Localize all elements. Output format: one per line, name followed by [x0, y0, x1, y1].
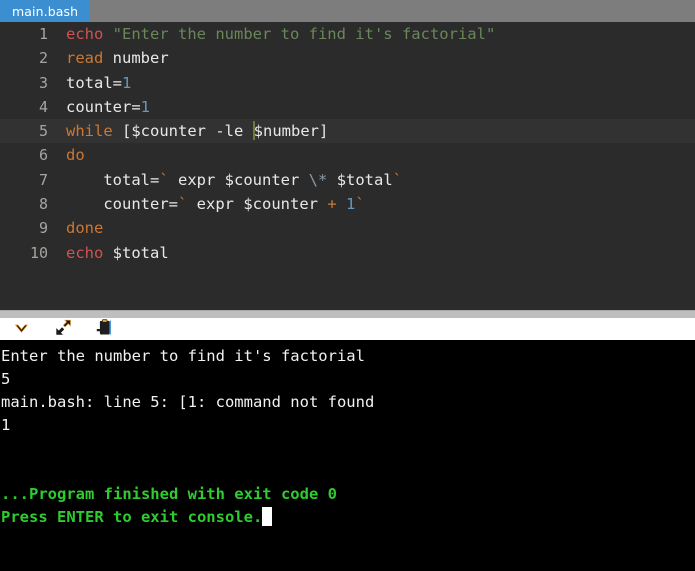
- clipboard-paste-icon: [96, 318, 114, 340]
- console-line-text: 5: [1, 370, 11, 388]
- code-line[interactable]: 2 read number: [0, 46, 695, 70]
- code-line-text: total=` expr $counter \* $total`: [60, 168, 695, 192]
- panel-splitter[interactable]: [0, 310, 695, 318]
- maximize-console-button[interactable]: [50, 319, 76, 339]
- code-line-text: echo $total: [60, 241, 695, 265]
- code-token: $total: [112, 243, 169, 262]
- code-line-text: done: [60, 216, 695, 240]
- code-token: do: [66, 146, 85, 165]
- line-number: 3: [38, 73, 48, 92]
- code-token: `: [355, 195, 365, 214]
- code-token: \*: [308, 170, 328, 189]
- editor-tab-bar: main.bash: [0, 0, 695, 22]
- code-token: "Enter the number to find it's factorial…: [112, 25, 496, 43]
- code-token: $counter: [131, 122, 206, 141]
- code-token: +: [327, 195, 337, 214]
- code-token: counter=: [66, 97, 141, 116]
- code-token: ]: [319, 122, 329, 141]
- code-token: [: [112, 122, 132, 141]
- code-token: counter=: [66, 195, 178, 214]
- console-line-text: ...Program finished with exit code 0: [1, 485, 337, 503]
- code-token: $counter: [243, 195, 318, 214]
- code-line-text: read number: [60, 46, 695, 70]
- line-number: 2: [38, 49, 48, 68]
- console-line-text: Press ENTER to exit console.: [1, 508, 263, 526]
- expand-arrows-icon: [54, 319, 73, 340]
- line-number: 7: [38, 170, 48, 189]
- console-line-text: Enter the number to find it's factorial: [1, 347, 365, 365]
- code-token: $counter: [224, 170, 300, 189]
- code-token: $number: [253, 122, 319, 141]
- code-token: 1: [140, 97, 150, 116]
- code-line[interactable]: 9 done: [0, 216, 695, 240]
- code-token: -le: [206, 122, 253, 141]
- console-line: ...Program finished with exit code 0: [0, 483, 695, 506]
- line-number: 10: [29, 243, 48, 262]
- code-line-text: total=1: [60, 71, 695, 95]
- code-token: echo: [66, 25, 104, 43]
- code-line-text: echo "Enter the number to find it's fact…: [60, 22, 695, 46]
- code-token: total=: [66, 170, 160, 189]
- code-line[interactable]: 6 do: [0, 143, 695, 167]
- console-line: 1: [0, 414, 695, 437]
- console-line: Enter the number to find it's factorial: [0, 345, 695, 368]
- line-number: 1: [38, 25, 48, 43]
- code-token: while: [66, 122, 113, 141]
- code-token: expr: [168, 170, 225, 189]
- code-line[interactable]: 5 while [$counter -le $number]: [0, 119, 695, 144]
- code-token: `: [159, 170, 169, 189]
- collapse-console-button[interactable]: [8, 319, 34, 339]
- console-line: Press ENTER to exit console.: [0, 506, 695, 529]
- console-line-text: main.bash: line 5: [1: command not found: [1, 393, 375, 411]
- code-token: read: [66, 49, 104, 68]
- code-token: expr: [187, 195, 244, 214]
- console-cursor: [262, 507, 273, 526]
- line-number: 8: [38, 195, 48, 214]
- console-line-text: 1: [1, 416, 11, 434]
- code-line-text: while [$counter -le $number]: [60, 119, 695, 143]
- code-line-text: do: [60, 143, 695, 167]
- tab-main-bash[interactable]: main.bash: [0, 0, 91, 22]
- code-token: total=: [66, 73, 122, 92]
- code-line-text: counter=` expr $counter + 1`: [60, 192, 695, 216]
- code-line[interactable]: 4 counter=1: [0, 95, 695, 119]
- line-number: 4: [38, 97, 48, 116]
- code-token: echo: [66, 243, 104, 262]
- console-output[interactable]: Enter the number to find it's factorial 5…: [0, 341, 695, 571]
- code-token: 1: [122, 73, 132, 92]
- code-token: $total: [336, 170, 393, 189]
- code-editor[interactable]: 1 echo "Enter the number to find it's fac…: [0, 22, 695, 310]
- code-token: `: [177, 195, 188, 214]
- chevron-down-icon: [13, 320, 30, 339]
- code-token: `: [392, 170, 403, 189]
- code-line-text: counter=1: [60, 95, 695, 119]
- line-number: 9: [38, 219, 48, 238]
- line-number: 6: [38, 146, 48, 165]
- line-number: 5: [38, 122, 48, 141]
- copy-console-button[interactable]: [92, 318, 118, 340]
- code-token: 1: [346, 195, 356, 214]
- code-line[interactable]: 7 total=` expr $counter \* $total`: [0, 168, 695, 192]
- console-line: main.bash: line 5: [1: command not found: [0, 391, 695, 414]
- code-token: number: [112, 49, 169, 68]
- code-line[interactable]: 3 total=1: [0, 71, 695, 95]
- code-line[interactable]: 10 echo $total: [0, 241, 695, 265]
- tab-label: main.bash: [12, 3, 79, 19]
- code-token: done: [66, 219, 104, 238]
- code-line[interactable]: 1 echo "Enter the number to find it's fac…: [0, 22, 695, 46]
- console-line: 5: [0, 368, 695, 391]
- code-line[interactable]: 8 counter=` expr $counter + 1`: [0, 192, 695, 216]
- console-toolbar: [0, 318, 695, 341]
- ide-window: main.bash 1 echo "Enter the number to fin…: [0, 0, 695, 571]
